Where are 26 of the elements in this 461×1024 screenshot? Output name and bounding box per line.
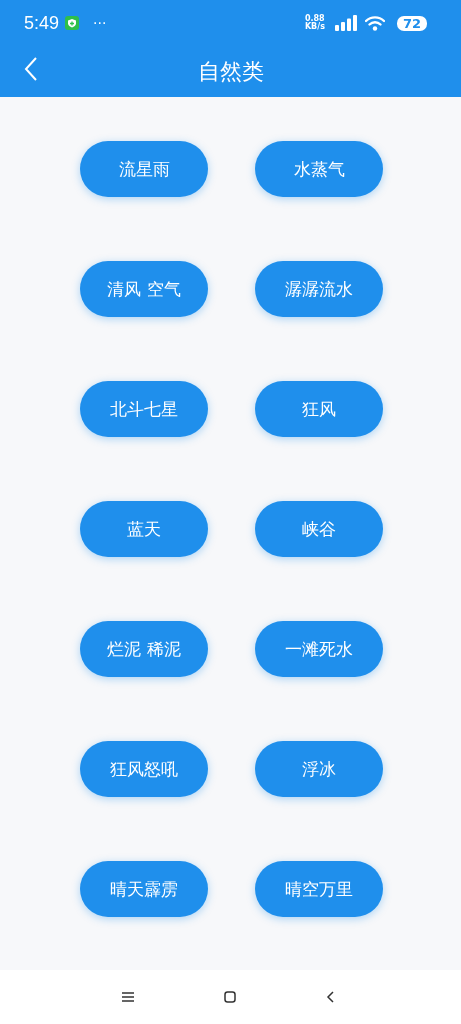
back-icon[interactable] [24, 56, 38, 82]
status-time: 5:49 [24, 12, 60, 34]
category-button[interactable]: 狂风 [255, 381, 383, 437]
page-title: 自然类 [197, 57, 264, 86]
menu-icon[interactable] [121, 992, 134, 1002]
category-button[interactable]: 晴天霹雳 [80, 861, 208, 917]
home-icon[interactable] [223, 991, 236, 1003]
category-button[interactable]: 蓝天 [80, 501, 208, 557]
category-button[interactable]: 烂泥 稀泥 [80, 621, 208, 677]
category-button[interactable]: 狂风怒吼 [80, 741, 208, 797]
back-nav-icon[interactable] [325, 991, 334, 1003]
category-button[interactable]: 一滩死水 [255, 621, 383, 677]
shield-icon [65, 16, 80, 30]
category-button[interactable]: 峡谷 [255, 501, 383, 557]
signal-icon [334, 15, 359, 31]
network-speed: 0.88 KB/s [304, 15, 325, 31]
category-button[interactable]: 流星雨 [80, 141, 208, 197]
category-button[interactable]: 水蒸气 [255, 141, 383, 197]
category-button[interactable]: 浮冰 [255, 741, 383, 797]
category-button[interactable]: 潺潺流水 [255, 261, 383, 317]
more-dots: ··· [93, 15, 107, 31]
category-button[interactable]: 清风 空气 [80, 261, 208, 317]
battery-indicator: 72 [396, 15, 427, 31]
category-button[interactable]: 晴空万里 [255, 861, 383, 917]
category-button[interactable]: 北斗七星 [80, 381, 208, 437]
wifi-icon [364, 15, 385, 31]
